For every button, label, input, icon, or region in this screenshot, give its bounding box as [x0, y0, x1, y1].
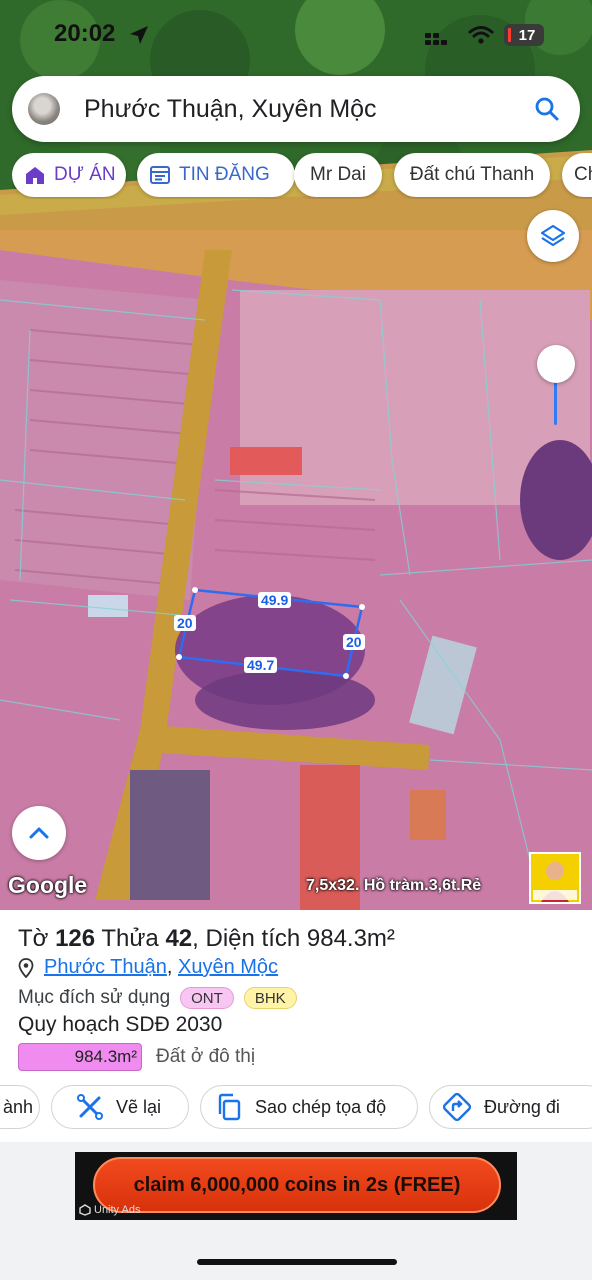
chevron-up-icon: [29, 827, 49, 839]
area-prefix: , Diện tích: [192, 925, 301, 952]
unity-logo-icon: [79, 1204, 91, 1216]
signal-icon: [425, 33, 447, 45]
search-input[interactable]: Phước Thuận, Xuyên Mộc: [84, 95, 377, 124]
listing-icon: [150, 166, 170, 184]
action-label: Sao chép tọa độ: [255, 1096, 387, 1117]
location-arrow-icon: [130, 26, 148, 44]
chip-mr-dai[interactable]: Mr Dai: [294, 153, 382, 197]
chip-label: Đất chú Thanh: [409, 164, 535, 185]
layers-button[interactable]: [527, 210, 579, 262]
chip-tin-dang[interactable]: TIN ĐĂNG: [137, 153, 295, 197]
action-label: Vẽ lại: [116, 1096, 162, 1117]
agent-photo-icon: [531, 854, 579, 902]
slider-knob[interactable]: [537, 345, 575, 383]
measure-bottom-label: 49.7: [244, 657, 278, 673]
redraw-button[interactable]: Vẽ lại: [51, 1085, 189, 1129]
ad-cta[interactable]: claim 6,000,000 coins in 2s (FREE): [93, 1157, 501, 1213]
usage-label: Mục đích sử dụng: [18, 987, 171, 1008]
avatar[interactable]: [28, 93, 60, 125]
redraw-icon: [77, 1094, 103, 1120]
action-label: Đường đi: [484, 1096, 560, 1117]
chip-label: TIN ĐĂNG: [179, 164, 270, 185]
filter-chips: DỰ ÁN TIN ĐĂNG Mr Dai Đất chú Thanh Ch: [12, 153, 592, 199]
land-use-row: Mục đích sử dụng ONT BHK: [18, 987, 297, 1009]
layers-icon: [540, 224, 566, 247]
usage-badge-ont: ONT: [180, 987, 234, 1009]
ward-link[interactable]: Phước Thuận: [44, 956, 167, 979]
action-label: ành: [3, 1096, 34, 1117]
house-icon: [26, 167, 44, 184]
ad-banner[interactable]: claim 6,000,000 coins in 2s (FREE) Unity…: [75, 1152, 517, 1220]
battery-icon: 17: [504, 24, 544, 46]
measure-top-label: 49.9: [258, 592, 292, 608]
copy-coordinates-button[interactable]: Sao chép tọa độ: [200, 1085, 418, 1129]
measure-left-label: 20: [174, 615, 196, 631]
parcel-title: Tờ 126 Thửa 42, Diện tích 984.3m²: [18, 925, 395, 953]
plan-title: Quy hoạch SDĐ 2030: [18, 1013, 223, 1036]
sheet-number: 126: [55, 925, 96, 952]
chip-more[interactable]: Ch: [562, 153, 592, 197]
directions-button[interactable]: Đường đi: [429, 1085, 592, 1129]
lot-number: 42: [165, 925, 193, 952]
plan-area-value: 984.3m²: [18, 1043, 142, 1071]
status-bar: 20:02 17: [0, 0, 592, 70]
directions-icon: [442, 1092, 472, 1122]
battery-level: [508, 28, 511, 42]
district-link[interactable]: Xuyên Mộc: [178, 956, 278, 979]
listing-caption[interactable]: 7,5x32. Hồ tràm.3,6t.Rẻ: [306, 877, 481, 895]
location-pin-icon: [18, 957, 34, 978]
address-row: Phước Thuận, Xuyên Mộc: [18, 956, 278, 979]
measure-right-label: 20: [343, 634, 365, 650]
chip-du-an[interactable]: DỰ ÁN: [12, 153, 126, 197]
chip-label: Ch: [574, 164, 592, 185]
action-button-partial[interactable]: ành: [0, 1085, 40, 1129]
chip-label: Mr Dai: [310, 164, 366, 185]
chip-label: DỰ ÁN: [54, 164, 116, 185]
search-bar[interactable]: Phước Thuận, Xuyên Mộc: [12, 76, 580, 142]
chip-dat-chu-thanh[interactable]: Đất chú Thanh: [394, 153, 550, 197]
sheet-prefix: Tờ: [18, 925, 49, 952]
parcel-info-panel: Tờ 126 Thửa 42, Diện tích 984.3m² Phước …: [0, 910, 592, 1142]
google-logo: Google: [8, 872, 88, 898]
ad-brand: Unity Ads: [79, 1204, 140, 1216]
home-indicator[interactable]: [197, 1259, 397, 1265]
usage-badge-bhk: BHK: [243, 987, 297, 1009]
agent-thumbnail[interactable]: [529, 852, 581, 904]
parcel-area: 984.3m²: [306, 925, 395, 952]
overlay-opacity-slider[interactable]: [535, 343, 577, 427]
ad-brand-label: Unity Ads: [94, 1204, 141, 1216]
ad-area: claim 6,000,000 coins in 2s (FREE) Unity…: [0, 1142, 592, 1280]
status-time: 20:02: [54, 20, 116, 47]
action-bar: ành Vẽ lại Sao chép tọa độ Đường đi: [0, 1085, 592, 1131]
plan-land-type: Đất ở đô thị: [156, 1046, 256, 1067]
expand-panel-button[interactable]: [12, 806, 66, 860]
lot-prefix: Thửa: [101, 925, 159, 952]
plan-row: 984.3m² Đất ở đô thị: [18, 1043, 255, 1071]
address-separator: ,: [166, 956, 173, 978]
search-icon[interactable]: [534, 96, 560, 122]
copy-icon: [218, 1093, 241, 1121]
battery-percent: 17: [518, 26, 536, 44]
wifi-icon: [468, 26, 494, 44]
